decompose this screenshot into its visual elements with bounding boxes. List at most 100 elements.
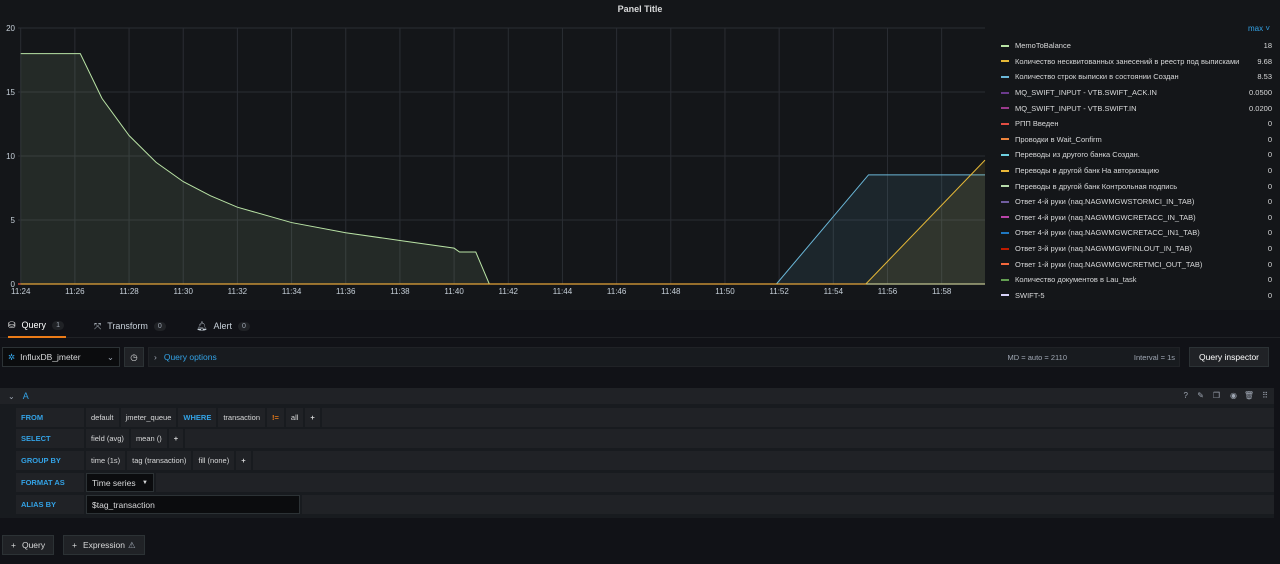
alias-row-fill (302, 495, 1274, 514)
tab-alert-badge: 0 (237, 321, 250, 331)
query-ref-id[interactable]: A (23, 391, 29, 401)
alias-by-input[interactable]: $tag_transaction (86, 495, 300, 514)
group-by-tag[interactable]: tag (transaction) (127, 451, 192, 470)
group-by-fill[interactable]: fill (none) (193, 451, 235, 470)
datasource-picker[interactable]: ✲ InfluxDB_jmeter ⌄ (2, 347, 120, 367)
query-inspector-button[interactable]: Query inspector (1189, 347, 1269, 367)
alias-row: ALIAS BY $tag_transaction (16, 495, 1274, 514)
select-field[interactable]: field (avg) (86, 429, 129, 448)
legend-item-name: MQ_SWIFT_INPUT - VTB.SWIFT_ACK.IN (1015, 88, 1157, 98)
legend-item-value: 18 (1263, 41, 1272, 51)
query-history-button[interactable]: ◷ (124, 347, 144, 367)
add-expression-button[interactable]: + Expression ⚠ (63, 535, 145, 555)
pencil-icon[interactable]: ✎ (1197, 391, 1204, 400)
legend-item-name: MQ_SWIFT_INPUT - VTB.SWIFT.IN (1015, 103, 1137, 113)
query-a-header[interactable]: ⌄ A ? ✎ ❐ ◉ 🗑︎ ⠿ (0, 388, 1274, 404)
trash-icon[interactable]: 🗑︎ (1244, 391, 1254, 400)
group-by-row: GROUP BY time (1s) tag (transaction) fil… (16, 451, 1274, 470)
legend-item-value: 0 (1267, 119, 1272, 129)
legend-swatch[interactable] (1001, 294, 1009, 297)
format-as-select[interactable]: Time series ▼ (86, 473, 154, 492)
legend-item[interactable]: Количество несквитованных занесений в ре… (996, 54, 1278, 70)
legend-swatch[interactable] (1001, 200, 1009, 203)
tab-query[interactable]: ⛁ Query 1 (8, 314, 66, 338)
panel-title[interactable]: Panel Title (0, 4, 1280, 14)
legend-swatch[interactable] (1001, 216, 1009, 219)
legend-swatch[interactable] (1001, 153, 1009, 156)
legend-swatch[interactable] (1001, 247, 1009, 250)
legend-item[interactable]: Переводы из другого банка Создан. 0 (996, 147, 1278, 163)
x-tick-label: 11:34 (282, 287, 302, 296)
from-row: FROM default jmeter_queue WHERE transact… (16, 408, 1274, 427)
legend-swatch[interactable] (1001, 278, 1009, 281)
query-options-label[interactable]: Query options (164, 352, 217, 362)
legend-item-name: Ответ 1-й руки (naq.NAGWMGWCRETMCI_OUT_T… (1015, 259, 1203, 269)
legend-item[interactable]: Ответ 4-й руки (naq.NAGWMGWCRETACC_IN1_T… (996, 225, 1278, 241)
legend-swatch[interactable] (1001, 107, 1009, 110)
legend-item[interactable]: MQ_SWIFT_INPUT - VTB.SWIFT.IN 0.0200 (996, 100, 1278, 116)
legend-swatch[interactable] (1001, 169, 1009, 172)
from-measurement[interactable]: jmeter_queue (120, 408, 177, 427)
legend-item-value: 0 (1267, 150, 1272, 160)
legend-item[interactable]: Переводы в другой банк На авторизацию 0 (996, 163, 1278, 179)
copy-icon[interactable]: ❐ (1213, 391, 1220, 400)
add-expression-label: Expression (82, 540, 126, 550)
legend-item-name: Количество несквитованных занесений в ре… (1015, 56, 1240, 66)
add-where-button[interactable]: + (305, 408, 320, 427)
legend-item[interactable]: Количество строк выписки в состоянии Соз… (996, 69, 1278, 85)
alias-by-keyword: ALIAS BY (16, 495, 84, 514)
legend-swatch[interactable] (1001, 231, 1009, 234)
legend-item[interactable]: Ответ 4-й руки (naq.NAGWMGWSTORMCI_IN_TA… (996, 194, 1278, 210)
legend-item[interactable]: Ответ 4-й руки (naq.NAGWMGWCRETACC_IN_TA… (996, 210, 1278, 226)
md-info: MD = auto = 2110 (1007, 352, 1067, 362)
legend-swatch[interactable] (1001, 263, 1009, 266)
legend-item[interactable]: Переводы в другой банк Контрольная подпи… (996, 178, 1278, 194)
legend-item-value: 9.68 (1257, 56, 1272, 66)
query-editor-a: ⌄ A ? ✎ ❐ ◉ 🗑︎ ⠿ FROM default jmeter_que… (0, 388, 1274, 518)
legend-item-value: 0 (1267, 244, 1272, 254)
legend-swatch[interactable] (1001, 75, 1009, 78)
legend-item-name: Переводы в другой банк Контрольная подпи… (1015, 181, 1178, 191)
add-select-button[interactable]: + (168, 429, 184, 448)
caret-down-icon: ▼ (142, 479, 148, 486)
help-icon[interactable]: ? (1184, 391, 1188, 400)
collapse-chevron-icon[interactable]: ⌄ (8, 392, 15, 401)
add-group-by-button[interactable]: + (236, 451, 251, 470)
legend-item-name: Количество строк выписки в состоянии Соз… (1015, 72, 1179, 82)
time-series-chart[interactable]: 0510152011:24 11:26 11:28 11:30 11:32 11:34 11… (0, 18, 990, 298)
tab-alert[interactable]: 🔔︎ Alert 0 (196, 314, 250, 338)
tab-transform[interactable]: ⤧ Transform 0 (94, 314, 166, 338)
legend-swatch[interactable] (1001, 138, 1009, 141)
legend-swatch[interactable] (1001, 44, 1009, 47)
where-operator[interactable]: != (267, 408, 284, 427)
legend-item-value: 0 (1267, 181, 1272, 191)
legend-item[interactable]: MemoToBalance 18 (996, 38, 1278, 54)
legend-list: MemoToBalance 18 Количество несквитованных… (996, 38, 1278, 303)
add-query-button[interactable]: + Query (2, 535, 55, 555)
legend-item[interactable]: Ответ 1-й руки (naq.NAGWMGWCRETMCI_OUT_T… (996, 256, 1278, 272)
legend-swatch[interactable] (1001, 122, 1009, 125)
where-key[interactable]: transaction (218, 408, 266, 427)
legend-header[interactable]: max ˅ (996, 24, 1278, 38)
legend-item-name: Проводки в Wait_Confirm (1015, 134, 1102, 144)
legend-item[interactable]: Ответ 3-й руки (naq.NAGWMGWFINLOUT_IN_TA… (996, 241, 1278, 257)
x-tick-label: 11:50 (715, 287, 735, 296)
legend-swatch[interactable] (1001, 91, 1009, 94)
drag-handle-icon[interactable]: ⠿ (1262, 391, 1268, 400)
group-by-time[interactable]: time (1s) (86, 451, 126, 470)
where-value[interactable]: all (285, 408, 304, 427)
from-policy[interactable]: default (86, 408, 119, 427)
legend-item[interactable]: MQ_SWIFT_INPUT - VTB.SWIFT_ACK.IN 0.0500 (996, 85, 1278, 101)
legend-item[interactable]: Количество документов в Lau_task 0 (996, 272, 1278, 288)
x-tick-label: 11:56 (878, 287, 898, 296)
legend-max-sort[interactable]: max (1248, 24, 1263, 33)
legend-item[interactable]: Проводки в Wait_Confirm 0 (996, 132, 1278, 148)
select-function[interactable]: mean () (130, 429, 167, 448)
query-options-bar[interactable]: › Query options MD = auto = 2110 Interva… (148, 347, 1180, 367)
legend-item[interactable]: РПП Введен 0 (996, 116, 1278, 132)
legend-swatch[interactable] (1001, 185, 1009, 188)
eye-icon[interactable]: ◉ (1230, 391, 1237, 400)
legend-item-name: Количество документов в Lau_task (1015, 275, 1137, 285)
legend-item[interactable]: SWIFT-5 0 (996, 288, 1278, 304)
legend-swatch[interactable] (1001, 60, 1009, 63)
